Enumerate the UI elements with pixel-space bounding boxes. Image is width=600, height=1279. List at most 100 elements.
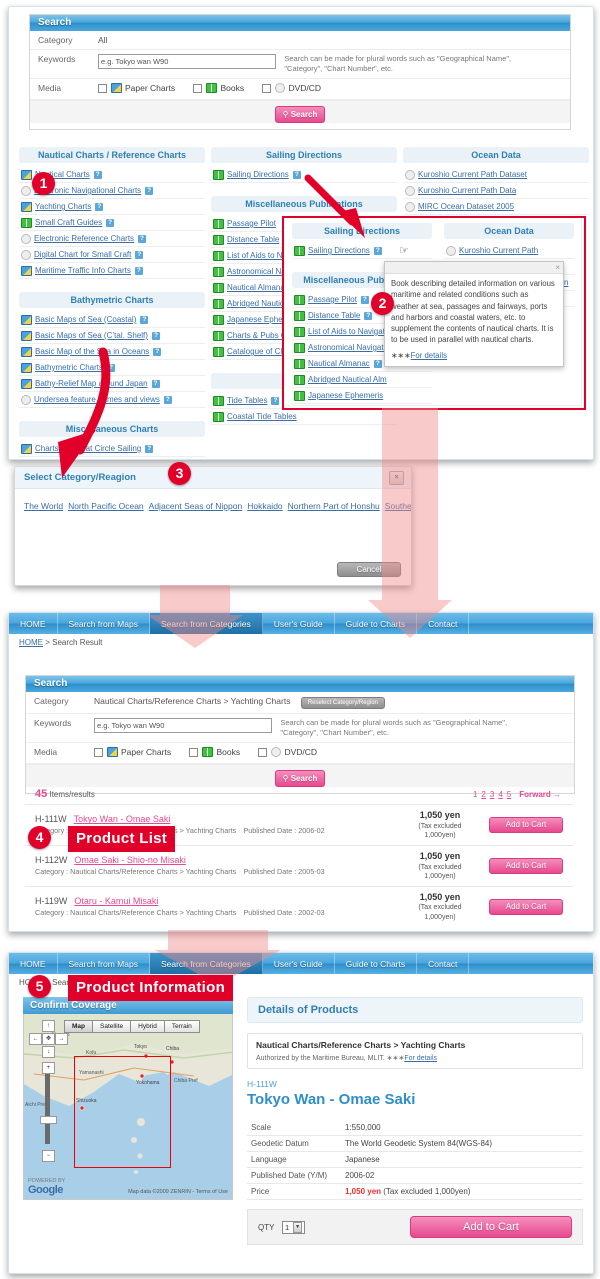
category-link[interactable]: Small Craft Guides: [35, 218, 102, 227]
category-item[interactable]: Yachting Charts?: [19, 199, 205, 215]
reselect-category-button[interactable]: Reselect Category/Region: [300, 697, 385, 709]
help-icon[interactable]: ?: [135, 250, 144, 259]
page-link[interactable]: 3: [490, 790, 494, 799]
help-icon[interactable]: ?: [271, 396, 280, 405]
checkbox-books[interactable]: [189, 747, 199, 757]
page-link[interactable]: 4: [498, 790, 502, 799]
map-center-button[interactable]: ✥: [42, 1033, 55, 1045]
keywords-input[interactable]: e.g. Tokyo wan W90: [98, 54, 276, 69]
help-icon[interactable]: ?: [95, 202, 104, 211]
checkbox-dvdcd[interactable]: [258, 747, 268, 757]
help-icon[interactable]: ?: [140, 315, 149, 324]
page-link[interactable]: 5: [507, 790, 511, 799]
category-item[interactable]: Digital Chart for Small Craft?: [19, 247, 205, 263]
category-item[interactable]: Maritime Traffic Info Charts?: [19, 263, 205, 279]
category-link[interactable]: Bathy-Relief Map around Japan: [35, 379, 148, 388]
category-link[interactable]: Basic Maps of Sea (C’tal. Shelf): [35, 331, 148, 340]
category-item[interactable]: Basic Maps of Sea (C’tal. Shelf)?: [19, 328, 205, 344]
product-name-link[interactable]: Omae Saki - Shio-no Misaki: [74, 855, 186, 865]
map-zoom-handle[interactable]: [40, 1116, 57, 1124]
nav-item-contact[interactable]: Contact: [417, 953, 470, 974]
add-to-cart-button[interactable]: Add to Cart: [489, 898, 563, 915]
nav-item-contact[interactable]: Contact: [417, 613, 470, 634]
category-link[interactable]: Coastal Tide Tables: [227, 412, 297, 421]
zoom-category-link[interactable]: Passage Pilot: [308, 295, 357, 304]
category-link[interactable]: Bathymetric Charts: [35, 363, 103, 372]
category-link[interactable]: Electronic Reference Charts: [34, 234, 134, 243]
map-canvas[interactable]: Nagano Kofu Tokyo Chiba Yokohama Shizuok…: [23, 1014, 233, 1200]
category-link[interactable]: Charts for Great Circle Sailing: [35, 444, 141, 453]
checkbox-dvdcd[interactable]: [262, 83, 272, 93]
zoom-category-item[interactable]: Sailing Directions?: [292, 243, 432, 259]
help-icon[interactable]: ?: [151, 331, 160, 340]
help-icon[interactable]: ?: [106, 218, 115, 227]
category-item[interactable]: Coastal Tide Tables: [211, 409, 397, 425]
region-link[interactable]: North Pacific Ocean: [68, 501, 144, 511]
help-icon[interactable]: ?: [292, 170, 301, 179]
results-media-option-dvdcd[interactable]: DVD/CD: [258, 747, 317, 758]
results-keywords-input[interactable]: e.g. Tokyo wan W90: [94, 718, 272, 733]
nav-item-search-from-categories[interactable]: Search from Categories: [149, 953, 263, 974]
auth-details-link[interactable]: For details: [404, 1055, 437, 1062]
map-zoom-in-button[interactable]: +: [42, 1062, 55, 1074]
help-icon[interactable]: ?: [93, 170, 102, 179]
help-icon[interactable]: ?: [364, 311, 373, 320]
checkbox-books[interactable]: [193, 83, 203, 93]
category-link[interactable]: Kuroshio Current Path Data: [418, 186, 516, 195]
checkbox-paper-charts[interactable]: [98, 83, 107, 93]
category-item[interactable]: Basic Maps of Sea (Coastal)?: [19, 312, 205, 328]
zoom-category-link[interactable]: Astronomical Navigatio: [308, 343, 390, 352]
region-link[interactable]: Hokkaido: [247, 501, 282, 511]
map-pan-right-button[interactable]: →: [55, 1033, 68, 1045]
category-link[interactable]: Digital Chart for Small Craft: [34, 250, 131, 259]
category-link[interactable]: Basic Maps of Sea (Coastal): [35, 315, 136, 324]
category-item[interactable]: Kuroshio Current Path Data: [403, 183, 589, 199]
nav-item-search-from-maps[interactable]: Search from Maps: [58, 953, 150, 974]
region-link[interactable]: Adjacent Seas of Nippon: [149, 501, 243, 511]
map-type-terrain[interactable]: Terrain: [163, 1020, 200, 1033]
zoom-category-link[interactable]: Nautical Almanac: [308, 359, 370, 368]
zoom-category-link[interactable]: Abridged Nautical Alm: [308, 375, 387, 384]
nav-item-search-from-maps[interactable]: Search from Maps: [58, 613, 150, 634]
region-link[interactable]: Southern Part of Japan, etc.: [385, 501, 411, 511]
help-icon[interactable]: ?: [163, 395, 172, 404]
region-link[interactable]: Northern Part of Honshu: [288, 501, 380, 511]
region-link[interactable]: The World: [24, 501, 63, 511]
checkbox-paper-charts[interactable]: [94, 747, 103, 757]
close-icon[interactable]: ×: [555, 262, 560, 273]
help-icon[interactable]: ?: [151, 379, 160, 388]
zoom-category-link[interactable]: Sailing Directions: [308, 246, 370, 255]
map-pan-left-button[interactable]: ←: [29, 1033, 42, 1045]
category-item[interactable]: Electronic Reference Charts?: [19, 231, 205, 247]
add-to-cart-button[interactable]: Add to Cart: [489, 816, 563, 833]
zoom-ocean-link[interactable]: Kuroshio Current Path: [459, 246, 538, 255]
category-item[interactable]: MIRC Ocean Dataset 2005: [403, 199, 589, 215]
category-link[interactable]: Kuroshio Current Path Dataset: [418, 170, 527, 179]
category-item[interactable]: Sailing Directions?: [211, 167, 397, 183]
close-icon[interactable]: ×: [389, 471, 404, 485]
tooltip-details-link[interactable]: For details: [411, 351, 447, 360]
help-icon[interactable]: ?: [153, 347, 162, 356]
map-type-switcher[interactable]: Map Satellite Hybrid Terrain: [64, 1020, 200, 1033]
map-zoom-slider[interactable]: [45, 1074, 50, 1144]
map-type-satellite[interactable]: Satellite: [92, 1020, 132, 1033]
help-icon[interactable]: ?: [373, 246, 382, 255]
qty-stepper[interactable]: 1 ▼: [281, 1220, 306, 1234]
category-link[interactable]: Nautical Almanac: [227, 283, 289, 292]
category-item[interactable]: Undersea feature names and views?: [19, 392, 205, 408]
help-icon[interactable]: ?: [145, 186, 154, 195]
help-icon[interactable]: ?: [134, 266, 143, 275]
category-item[interactable]: Bathy-Relief Map around Japan?: [19, 376, 205, 392]
media-option-books[interactable]: Books: [193, 83, 244, 94]
category-link[interactable]: Basic Map of the Sea in Oceans: [35, 347, 149, 356]
category-item[interactable]: Charts for Great Circle Sailing?: [19, 441, 205, 457]
help-icon[interactable]: ?: [360, 295, 369, 304]
map-zoom-out-button[interactable]: −: [42, 1150, 55, 1162]
category-link[interactable]: Undersea feature names and views: [34, 395, 160, 404]
results-media-option-paper-charts[interactable]: Paper Charts: [94, 747, 171, 758]
breadcrumb-home[interactable]: HOME: [19, 638, 43, 647]
media-option-paper-charts[interactable]: Paper Charts: [98, 83, 175, 94]
nav-item-guide-to-charts[interactable]: Guide to Charts: [335, 953, 418, 974]
search-button[interactable]: ⚲ Search: [275, 105, 325, 123]
page-link[interactable]: 2: [481, 790, 485, 799]
